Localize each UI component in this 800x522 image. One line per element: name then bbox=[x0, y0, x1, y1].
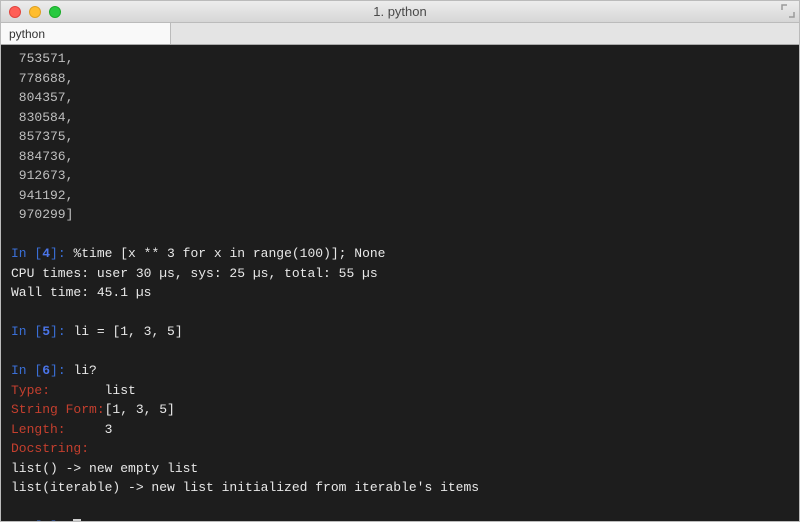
cursor bbox=[73, 519, 81, 521]
code-line: li? bbox=[73, 363, 96, 378]
output-line: 970299] bbox=[11, 207, 73, 222]
tab-python[interactable]: python bbox=[1, 23, 171, 44]
output-line: 804357, bbox=[11, 90, 73, 105]
info-stringform-label: String Form: bbox=[11, 402, 105, 417]
code-line: li = [1, 3, 5] bbox=[73, 324, 182, 339]
info-stringform-value: [1, 3, 5] bbox=[105, 402, 175, 417]
info-type-label: Type: bbox=[11, 383, 105, 398]
output-line: 912673, bbox=[11, 168, 73, 183]
output-line: 778688, bbox=[11, 71, 73, 86]
prompt-suffix: ]: bbox=[50, 363, 73, 378]
prompt-num: 5 bbox=[42, 324, 50, 339]
timing-cpu: CPU times: user 30 µs, sys: 25 µs, total… bbox=[11, 266, 378, 281]
output-line: 941192, bbox=[11, 188, 73, 203]
info-docstring-label: Docstring: bbox=[11, 441, 89, 456]
fullscreen-icon[interactable] bbox=[781, 4, 795, 18]
output-line: 884736, bbox=[11, 149, 73, 164]
prompt-num: 7 bbox=[42, 519, 50, 521]
output-line: 830584, bbox=[11, 110, 73, 125]
docstring-line: list(iterable) -> new list initialized f… bbox=[11, 480, 479, 495]
docstring-line: list() -> new empty list bbox=[11, 461, 198, 476]
output-line: 753571, bbox=[11, 51, 73, 66]
output-line: 857375, bbox=[11, 129, 73, 144]
window-title: 1. python bbox=[1, 4, 799, 19]
tab-bar: python bbox=[1, 23, 799, 45]
prompt-suffix: ]: bbox=[50, 324, 73, 339]
prompt-in: In [ bbox=[11, 324, 42, 339]
app-window: 1. python python 753571, 778688, 804357,… bbox=[0, 0, 800, 522]
code-line: %time [x ** 3 for x in range(100)]; None bbox=[73, 246, 385, 261]
prompt-in: In [ bbox=[11, 363, 42, 378]
info-type-value: list bbox=[105, 383, 136, 398]
prompt-num: 6 bbox=[42, 363, 50, 378]
info-length-label: Length: bbox=[11, 422, 105, 437]
prompt-num: 4 bbox=[42, 246, 50, 261]
prompt-in: In [ bbox=[11, 519, 42, 521]
terminal[interactable]: 753571, 778688, 804357, 830584, 857375, … bbox=[1, 45, 799, 521]
prompt-suffix: ]: bbox=[50, 519, 73, 521]
prompt-suffix: ]: bbox=[50, 246, 73, 261]
timing-wall: Wall time: 45.1 µs bbox=[11, 285, 151, 300]
info-length-value: 3 bbox=[105, 422, 113, 437]
titlebar: 1. python bbox=[1, 1, 799, 23]
prompt-in: In [ bbox=[11, 246, 42, 261]
